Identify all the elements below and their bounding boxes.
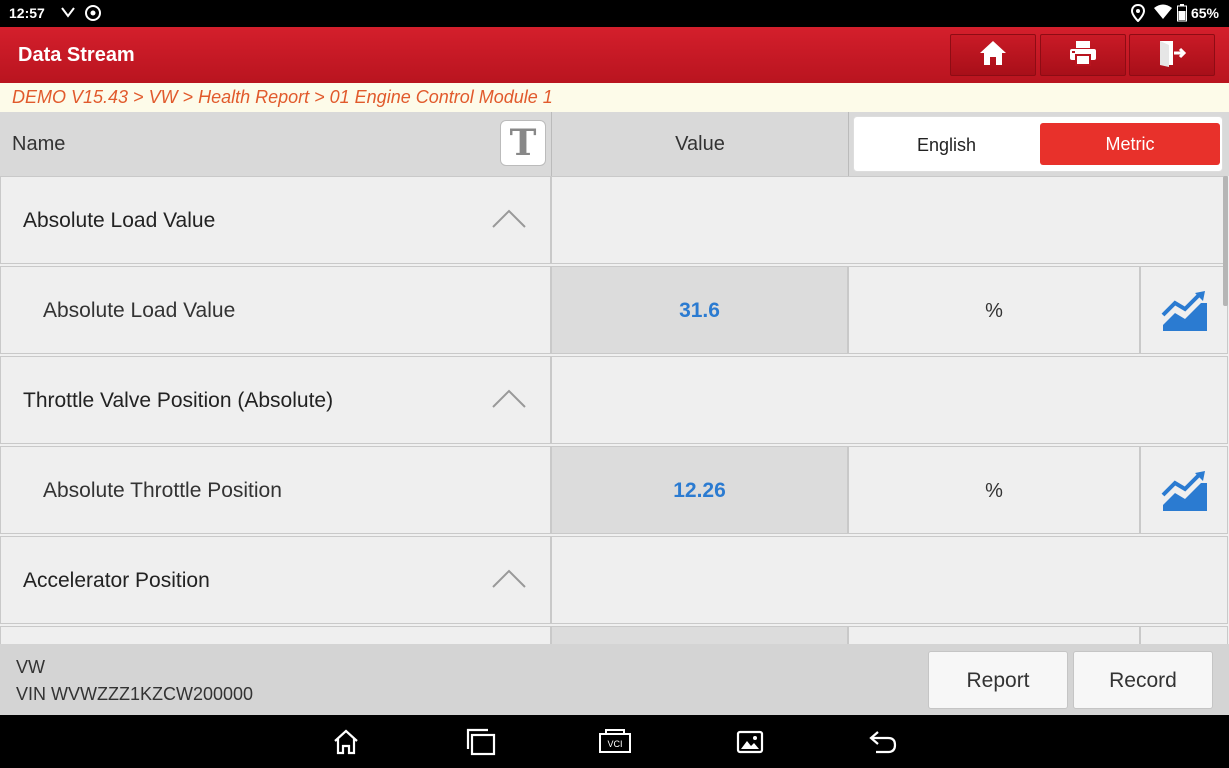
chevron-up-icon[interactable]	[491, 567, 527, 594]
nav-recents-icon[interactable]	[466, 728, 496, 761]
column-header-value: Value	[675, 133, 725, 155]
settings-notification-icon	[84, 4, 102, 25]
navigation-bar: VCI	[0, 715, 1229, 768]
group-name: Accelerator Position	[23, 569, 210, 592]
unit-english-option[interactable]: English	[854, 117, 1039, 173]
item-value-cell	[551, 626, 848, 644]
table-row[interactable]: Absolute Throttle Position 12.26 %	[0, 446, 1229, 536]
graph-icon	[1161, 471, 1207, 511]
nav-home-icon[interactable]	[332, 728, 360, 761]
item-unit-cell: %	[848, 446, 1140, 534]
home-button[interactable]	[950, 34, 1036, 76]
scrollbar[interactable]	[1223, 176, 1228, 306]
item-name: Absolute Throttle Position	[43, 479, 282, 502]
group-name: Absolute Load Value	[23, 209, 216, 232]
group-name-cell: Throttle Valve Position (Absolute)	[0, 356, 551, 444]
group-header[interactable]: Absolute Load Value	[0, 176, 1229, 266]
item-value-cell: 31.6	[551, 266, 848, 354]
table-row[interactable]: Absolute Load Value 31.6 %	[0, 266, 1229, 356]
print-button[interactable]	[1040, 34, 1126, 76]
vehicle-make: VW	[16, 657, 45, 677]
group-header[interactable]: Accelerator Position	[0, 536, 1229, 626]
item-value: 12.26	[673, 479, 726, 502]
group-name-cell: Absolute Load Value	[0, 176, 551, 264]
item-unit: %	[985, 300, 1003, 322]
exit-button[interactable]	[1129, 34, 1215, 76]
footer-bar: VW VIN WVWZZZ1KZCW200000 Report Record	[0, 644, 1229, 715]
group-name: Throttle Valve Position (Absolute)	[23, 389, 334, 412]
gallery-icon[interactable]	[736, 728, 764, 761]
report-button[interactable]: Report	[928, 651, 1068, 709]
graph-button[interactable]	[1140, 446, 1228, 534]
graph-button[interactable]	[1140, 266, 1228, 354]
exit-icon	[1158, 39, 1187, 72]
group-name-cell: Accelerator Position	[0, 536, 551, 624]
item-value: 31.6	[679, 299, 720, 322]
table-header: Name T Value English Metric	[0, 112, 1229, 176]
column-divider	[848, 112, 849, 176]
unit-toggle: English Metric	[853, 116, 1223, 172]
battery-icon	[1177, 4, 1187, 25]
table-row[interactable]	[0, 626, 1229, 644]
page-title: Data Stream	[18, 44, 135, 66]
font-size-button[interactable]: T	[500, 120, 546, 166]
record-button[interactable]: Record	[1073, 651, 1213, 709]
battery-level: 65%	[1190, 5, 1219, 21]
group-empty-cell	[551, 356, 1228, 444]
item-unit-cell	[848, 626, 1140, 644]
print-icon	[1069, 40, 1097, 71]
usb-debug-icon	[60, 4, 76, 23]
chevron-up-icon[interactable]	[491, 207, 527, 234]
location-icon	[1130, 3, 1146, 25]
unit-metric-option[interactable]: Metric	[1040, 123, 1220, 165]
vci-icon[interactable]: VCI	[596, 728, 634, 761]
vci-label: VCI	[607, 739, 622, 749]
app-header: Data Stream	[0, 27, 1229, 83]
status-bar: 12:57 65%	[0, 0, 1229, 27]
status-time: 12:57	[9, 5, 45, 21]
item-name-cell: Absolute Load Value	[0, 266, 551, 354]
item-name-cell: Absolute Throttle Position	[0, 446, 551, 534]
chevron-up-icon[interactable]	[491, 387, 527, 414]
wifi-icon	[1154, 4, 1172, 23]
data-stream-list[interactable]: Absolute Load Value Absolute Load Value …	[0, 176, 1229, 644]
vehicle-vin: VIN WVWZZZ1KZCW200000	[16, 684, 254, 704]
breadcrumb: DEMO V15.43 > VW > Health Report > 01 En…	[0, 83, 1229, 112]
group-empty-cell	[551, 536, 1228, 624]
home-icon	[979, 40, 1007, 71]
group-empty-cell	[551, 176, 1228, 264]
group-header[interactable]: Throttle Valve Position (Absolute)	[0, 356, 1229, 446]
graph-icon	[1161, 291, 1207, 331]
item-name-cell	[0, 626, 551, 644]
column-header-name: Name	[12, 133, 66, 155]
item-value-cell: 12.26	[551, 446, 848, 534]
graph-button[interactable]	[1140, 626, 1228, 644]
back-icon[interactable]	[868, 728, 898, 761]
item-unit: %	[985, 480, 1003, 502]
item-name: Absolute Load Value	[43, 299, 236, 322]
item-unit-cell: %	[848, 266, 1140, 354]
